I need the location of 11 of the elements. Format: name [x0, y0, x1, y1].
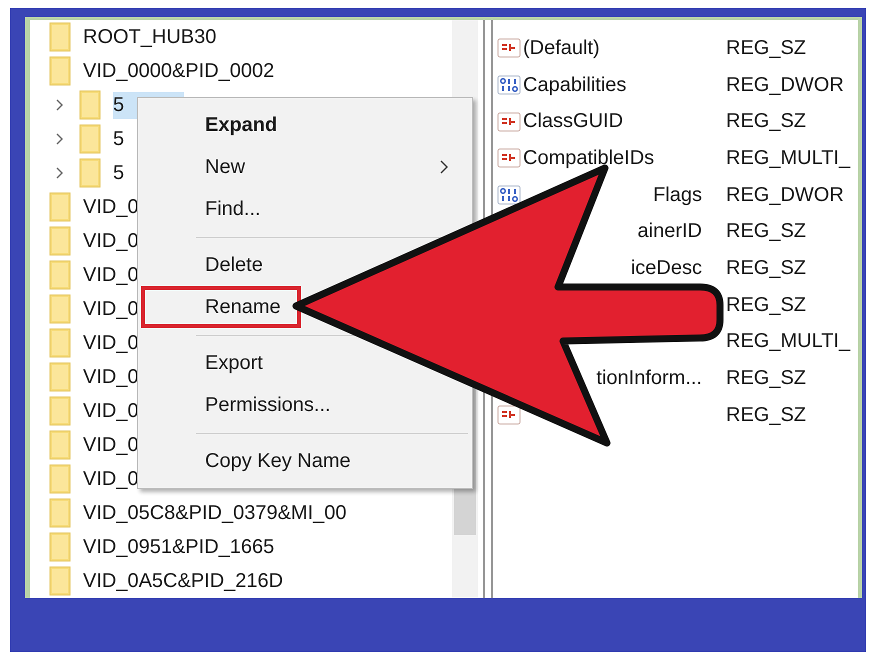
value-type: REG_SZ: [726, 367, 806, 390]
value-type: REG_SZ: [726, 110, 806, 134]
value-type: REG_SZ: [726, 294, 806, 317]
value-type: REG_SZ: [726, 256, 806, 280]
value-type: REG_SZ: [726, 404, 806, 427]
value-type: REG_SZ: [726, 220, 806, 244]
value-type: REG_DWOR: [726, 184, 844, 207]
value-type: REG_SZ: [726, 36, 806, 60]
value-type: REG_MULTI_: [726, 146, 850, 170]
value-type: REG_DWOR: [726, 74, 844, 97]
value-type: REG_MULTI_: [726, 330, 850, 354]
